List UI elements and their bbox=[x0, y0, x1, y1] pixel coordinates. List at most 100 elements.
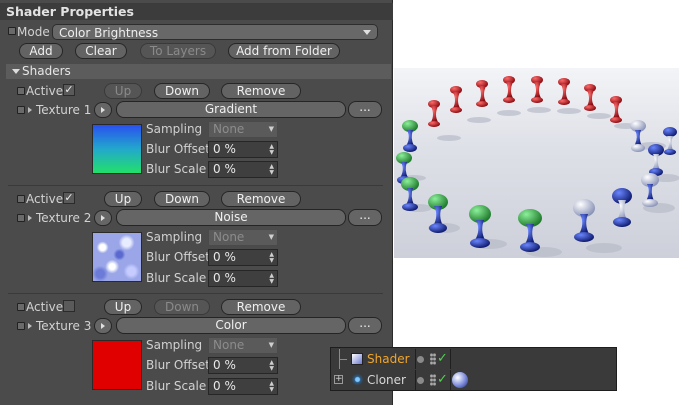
active-animation-dot[interactable] bbox=[17, 195, 25, 203]
blur-offset-value: 0 % bbox=[213, 358, 236, 372]
active-checkbox[interactable] bbox=[63, 300, 75, 312]
to-layers-button[interactable]: To Layers bbox=[140, 43, 216, 59]
texture-shader-button[interactable]: Color bbox=[116, 317, 346, 334]
object-name: Shader bbox=[367, 352, 410, 366]
spinner-arrows-icon[interactable]: ▲ ▼ bbox=[269, 164, 274, 176]
blur-scale-input[interactable]: 0 % ▲ ▼ bbox=[208, 270, 278, 287]
object-row-cloner[interactable]: + Cloner ✓ bbox=[331, 370, 616, 390]
spinner-arrows-icon[interactable]: ▲ ▼ bbox=[269, 381, 274, 393]
sampling-value: None bbox=[213, 338, 245, 352]
mode-animation-dot[interactable] bbox=[8, 27, 16, 35]
divider bbox=[8, 293, 383, 294]
green-pins bbox=[396, 120, 542, 252]
texture-animation-dot[interactable] bbox=[17, 322, 25, 330]
column-divider bbox=[450, 349, 451, 369]
texture-menu-button[interactable] bbox=[94, 318, 112, 334]
material-tag-icon[interactable] bbox=[452, 372, 468, 388]
tree-line bbox=[339, 359, 347, 360]
blur-offset-label: Blur Offset bbox=[146, 358, 210, 372]
active-label: Active bbox=[26, 300, 64, 314]
gradient-preview-swatch bbox=[92, 124, 142, 174]
texture-more-button[interactable]: ... bbox=[348, 209, 382, 226]
blur-scale-value: 0 % bbox=[213, 271, 236, 285]
object-manager-popup: Shader ✓ + Cloner ✓ bbox=[330, 347, 617, 391]
mode-dropdown[interactable]: Color Brightness bbox=[52, 24, 378, 40]
sampling-label: Sampling bbox=[146, 230, 203, 244]
object-row-shader[interactable]: Shader ✓ bbox=[331, 349, 616, 369]
active-checkbox[interactable]: ✓ bbox=[63, 192, 75, 204]
texture-more-button[interactable]: ... bbox=[348, 101, 382, 118]
up-button[interactable]: Up bbox=[104, 191, 142, 207]
expand-triangle-icon[interactable] bbox=[28, 107, 32, 113]
down-button[interactable]: Down bbox=[154, 191, 210, 207]
blur-scale-label: Blur Scale bbox=[146, 379, 207, 393]
render-dots-icon[interactable] bbox=[430, 353, 436, 365]
expand-triangle-icon[interactable] bbox=[28, 323, 32, 329]
spinner-arrows-icon[interactable]: ▲ ▼ bbox=[269, 273, 274, 285]
texture-shader-button[interactable]: Noise bbox=[116, 209, 346, 226]
visibility-dot-icon[interactable] bbox=[417, 356, 424, 363]
sampling-value: None bbox=[213, 230, 245, 244]
sampling-dropdown[interactable]: None ▼ bbox=[208, 121, 278, 138]
texture-label: Texture 1 bbox=[36, 103, 92, 117]
blur-offset-input[interactable]: 0 % ▲ ▼ bbox=[208, 141, 278, 158]
chevron-down-icon bbox=[363, 30, 371, 35]
spinner-arrows-icon[interactable]: ▲ ▼ bbox=[269, 144, 274, 156]
render-dots-icon[interactable] bbox=[430, 374, 436, 386]
play-triangle-icon bbox=[101, 107, 105, 113]
play-triangle-icon bbox=[101, 323, 105, 329]
texture-label: Texture 3 bbox=[36, 319, 92, 333]
expand-plus-icon[interactable]: + bbox=[334, 375, 343, 384]
blur-offset-label: Blur Offset bbox=[146, 250, 210, 264]
mode-label: Mode bbox=[17, 25, 50, 39]
sampling-dropdown[interactable]: None ▼ bbox=[208, 229, 278, 246]
down-button[interactable]: Down bbox=[154, 299, 210, 315]
mode-value: Color Brightness bbox=[59, 26, 159, 40]
object-name: Cloner bbox=[367, 373, 406, 387]
clear-button[interactable]: Clear bbox=[75, 43, 127, 59]
enabled-check-icon[interactable]: ✓ bbox=[437, 349, 448, 369]
blur-scale-input[interactable]: 0 % ▲ ▼ bbox=[208, 378, 278, 395]
up-button[interactable]: Up bbox=[104, 83, 142, 99]
blur-offset-label: Blur Offset bbox=[146, 142, 210, 156]
blur-scale-input[interactable]: 0 % ▲ ▼ bbox=[208, 161, 278, 178]
sampling-label: Sampling bbox=[146, 122, 203, 136]
blur-offset-input[interactable]: 0 % ▲ ▼ bbox=[208, 249, 278, 266]
expand-triangle-icon[interactable] bbox=[28, 215, 32, 221]
render-viewport bbox=[394, 68, 679, 258]
remove-button[interactable]: Remove bbox=[221, 191, 301, 207]
blur-offset-input[interactable]: 0 % ▲ ▼ bbox=[208, 357, 278, 374]
sampling-dropdown[interactable]: None ▼ bbox=[208, 337, 278, 354]
texture-shader-button[interactable]: Gradient bbox=[116, 101, 346, 118]
play-triangle-icon bbox=[101, 215, 105, 221]
column-divider bbox=[415, 370, 416, 390]
sampling-label: Sampling bbox=[146, 338, 203, 352]
texture-menu-button[interactable] bbox=[94, 102, 112, 118]
spinner-arrows-icon[interactable]: ▲ ▼ bbox=[269, 360, 274, 372]
active-animation-dot[interactable] bbox=[17, 303, 25, 311]
blur-offset-value: 0 % bbox=[213, 250, 236, 264]
texture-animation-dot[interactable] bbox=[17, 106, 25, 114]
texture-more-button[interactable]: ... bbox=[348, 317, 382, 334]
active-checkbox[interactable]: ✓ bbox=[63, 84, 75, 96]
up-button[interactable]: Up bbox=[104, 299, 142, 315]
shader-properties-panel: Shader Properties Mode Color Brightness … bbox=[0, 0, 393, 405]
down-button[interactable]: Down bbox=[154, 83, 210, 99]
shaders-section-header[interactable]: Shaders bbox=[6, 64, 391, 79]
chevron-down-icon: ▼ bbox=[268, 233, 274, 241]
column-divider bbox=[450, 370, 451, 390]
spinner-arrows-icon[interactable]: ▲ ▼ bbox=[269, 252, 274, 264]
remove-button[interactable]: Remove bbox=[221, 83, 301, 99]
remove-button[interactable]: Remove bbox=[221, 299, 301, 315]
active-animation-dot[interactable] bbox=[17, 87, 25, 95]
add-from-folder-button[interactable]: Add from Folder bbox=[228, 43, 340, 59]
chevron-down-icon: ▼ bbox=[268, 341, 274, 349]
sampling-value: None bbox=[213, 122, 245, 136]
texture-menu-button[interactable] bbox=[94, 210, 112, 226]
texture-animation-dot[interactable] bbox=[17, 214, 25, 222]
add-button[interactable]: Add bbox=[19, 43, 63, 59]
active-label: Active bbox=[26, 192, 64, 206]
enabled-check-icon[interactable]: ✓ bbox=[437, 370, 448, 390]
visibility-dot-icon[interactable] bbox=[417, 377, 424, 384]
red-pins bbox=[428, 76, 622, 127]
